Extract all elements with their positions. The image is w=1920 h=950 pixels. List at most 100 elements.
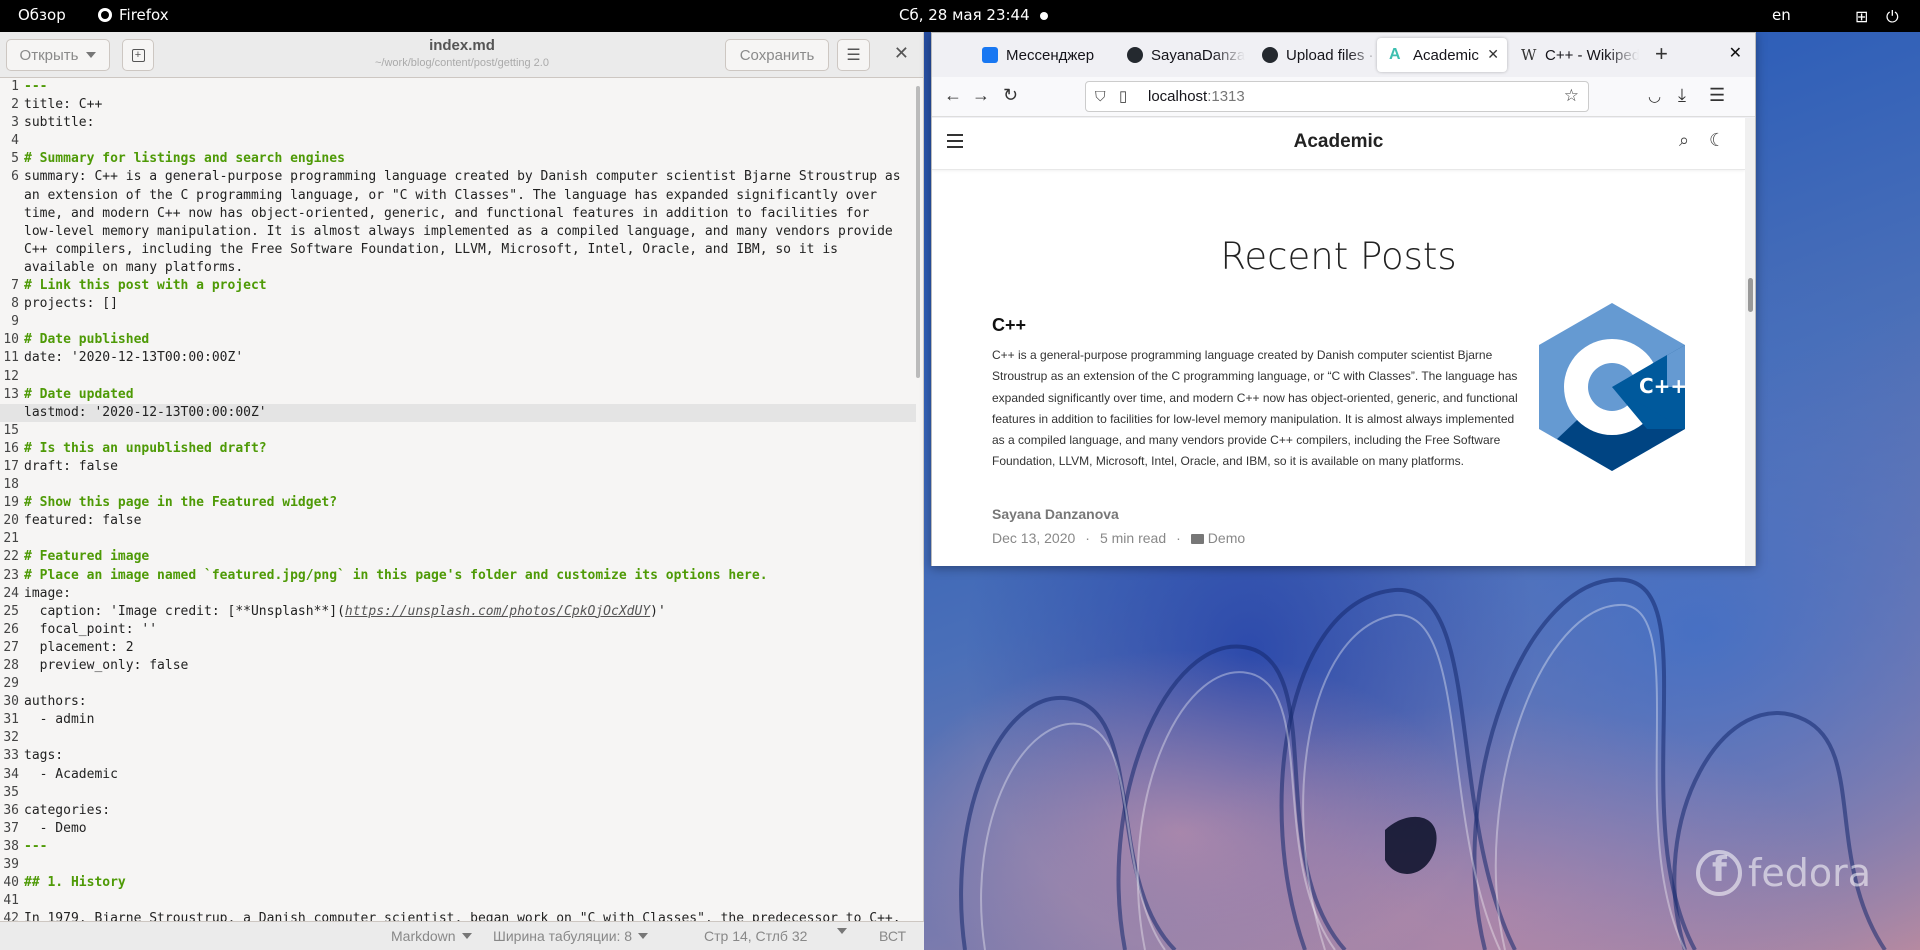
menu-button[interactable]: ☰ (837, 39, 870, 71)
code-line[interactable]: # Featured image (24, 548, 916, 566)
code-line[interactable]: # Summary for listings and search engine… (24, 150, 916, 168)
site-title[interactable]: Academic (932, 131, 1745, 153)
code-text: an extension of the C programming langua… (24, 187, 878, 203)
tab-github-profile[interactable]: SayanaDanzanova (1115, 38, 1245, 72)
code-line[interactable]: caption: 'Image credit: [**Unsplash**](h… (24, 603, 916, 621)
code-line[interactable]: available on many platforms. (24, 259, 916, 277)
page-scrollbar[interactable] (1745, 118, 1755, 566)
code-line[interactable]: image: (24, 585, 916, 603)
code-line[interactable]: - Demo (24, 820, 916, 838)
search-icon[interactable]: ⌕ (1679, 130, 1689, 151)
code-line[interactable] (24, 784, 916, 802)
power-icon[interactable]: ⏻ (1886, 7, 1899, 27)
category-label: Demo (1207, 530, 1246, 546)
code-line[interactable]: date: '2020-12-13T00:00:00Z' (24, 349, 916, 367)
code-line[interactable]: subtitle: (24, 114, 916, 132)
code-line[interactable]: low-level memory manipulation. It is alm… (24, 223, 916, 241)
back-icon[interactable]: ← (944, 85, 962, 106)
code-line[interactable]: featured: false (24, 512, 916, 530)
code-line[interactable]: - admin (24, 711, 916, 729)
download-icon[interactable]: ⤓ (1678, 85, 1686, 106)
code-line[interactable]: summary: C++ is a general-purpose progra… (24, 168, 916, 186)
tab-label: Academic (1413, 46, 1479, 64)
code-line[interactable]: projects: [] (24, 295, 916, 313)
code-line[interactable] (24, 530, 916, 548)
code-line[interactable]: preview_only: false (24, 657, 916, 675)
code-line[interactable] (24, 675, 916, 693)
save-button[interactable]: Сохранить (725, 39, 829, 71)
web-page: Academic ⌕ ☾ Recent Posts C++ C++ is a g… (932, 118, 1745, 566)
code-line[interactable]: - Academic (24, 766, 916, 784)
code-content[interactable]: --- title: C++ subtitle: # Summary for list… (0, 78, 916, 921)
code-line[interactable] (24, 856, 916, 874)
code-line[interactable] (24, 422, 916, 440)
clock[interactable]: Сб, 28 мая 23:44 (899, 6, 1030, 24)
app-menu[interactable]: Firefox (98, 6, 169, 24)
cpp-logo-image[interactable]: C++ (1527, 301, 1697, 471)
url-bar[interactable]: ⛉ ▯ localhost:1313 ☆ (1085, 81, 1589, 112)
code-line[interactable]: In 1979, Bjarne Stroustrup, a Danish com… (24, 910, 916, 921)
language-selector[interactable]: Markdown (391, 928, 472, 944)
close-tab-icon[interactable]: ✕ (1487, 46, 1499, 63)
code-line[interactable] (24, 313, 916, 331)
code-line[interactable]: # Show this page in the Featured widget? (24, 494, 916, 512)
new-tab-icon[interactable]: + (1655, 41, 1668, 67)
page-icon[interactable]: ▯ (1119, 87, 1127, 105)
comment-text: # Summary for listings and search engine… (24, 151, 345, 167)
code-line[interactable]: C++ compilers, including the Free Softwa… (24, 241, 916, 259)
close-icon[interactable]: ✕ (894, 43, 909, 64)
code-line[interactable]: --- (24, 838, 916, 856)
code-line[interactable]: ## 1. History (24, 874, 916, 892)
post-title-link[interactable]: C++ (992, 315, 1026, 336)
forward-icon[interactable]: → (972, 85, 990, 106)
network-icon[interactable]: ⊞ (1855, 7, 1868, 26)
tab-academic[interactable]: A Academic ✕ (1377, 38, 1507, 72)
reload-icon[interactable]: ↻ (1003, 85, 1018, 106)
line-number (0, 259, 20, 277)
code-line[interactable] (24, 729, 916, 747)
line-number: 26 (3, 621, 19, 637)
app-menu-icon[interactable]: ☰ (1709, 85, 1725, 106)
caret-down-dropdown[interactable] (837, 928, 847, 934)
activities-button[interactable]: Обзор (18, 6, 66, 24)
code-line[interactable]: authors: (24, 693, 916, 711)
dark-mode-moon-icon[interactable]: ☾ (1709, 130, 1725, 151)
editor-scrollbar[interactable] (916, 86, 920, 378)
shield-icon[interactable]: ⛉ (1095, 88, 1106, 105)
code-line[interactable]: tags: (24, 747, 916, 765)
code-line[interactable] (24, 476, 916, 494)
post-author-link[interactable]: Sayana Danzanova (992, 506, 1119, 522)
tab-github-upload[interactable]: Upload files · Sa (1250, 38, 1380, 72)
code-line[interactable] (24, 132, 916, 150)
code-line[interactable]: time, and modern C++ now has object-orie… (24, 205, 916, 223)
code-line[interactable]: focal_point: '' (24, 621, 916, 639)
pocket-icon[interactable]: ◡ (1648, 87, 1661, 105)
editor-text-area[interactable]: 1234567891011121314151617181920212223242… (0, 78, 924, 921)
input-language[interactable]: en (1772, 6, 1791, 24)
category-link[interactable]: Demo (1190, 530, 1246, 546)
code-line[interactable]: categories: (24, 802, 916, 820)
code-line[interactable]: # Is this an unpublished draft? (24, 440, 916, 458)
code-line[interactable]: --- (24, 78, 916, 96)
comment-text: # Date updated (24, 386, 134, 402)
code-line[interactable] (24, 368, 916, 386)
code-line[interactable]: # Link this post with a project (24, 277, 916, 295)
cursor-position[interactable]: Стр 14, Стлб 32 (704, 928, 807, 944)
code-line[interactable] (24, 892, 916, 910)
url-text[interactable]: localhost:1313 (1148, 88, 1245, 105)
code-line[interactable]: lastmod: '2020-12-13T00:00:00Z' (0, 403, 916, 422)
line-number-gutter: 1234567891011121314151617181920212223242… (0, 78, 20, 921)
code-line[interactable]: draft: false (24, 458, 916, 476)
insert-mode[interactable]: ВСТ (879, 928, 906, 944)
code-line[interactable]: title: C++ (24, 96, 916, 114)
code-line[interactable]: placement: 2 (24, 639, 916, 657)
bookmark-star-icon[interactable]: ☆ (1564, 86, 1579, 106)
tab-wikipedia[interactable]: W C++ - Wikipedia (1509, 38, 1639, 72)
window-close-icon[interactable]: ✕ (1729, 43, 1742, 63)
code-line[interactable]: # Place an image named `featured.jpg/png… (24, 567, 916, 585)
tab-width-selector[interactable]: Ширина табуляции: 8 (493, 928, 649, 944)
code-line[interactable]: an extension of the C programming langua… (24, 187, 916, 205)
code-line[interactable]: # Date updated (24, 386, 916, 404)
tab-messenger[interactable]: Мессенджер (970, 38, 1115, 72)
code-line[interactable]: # Date published (24, 331, 916, 349)
